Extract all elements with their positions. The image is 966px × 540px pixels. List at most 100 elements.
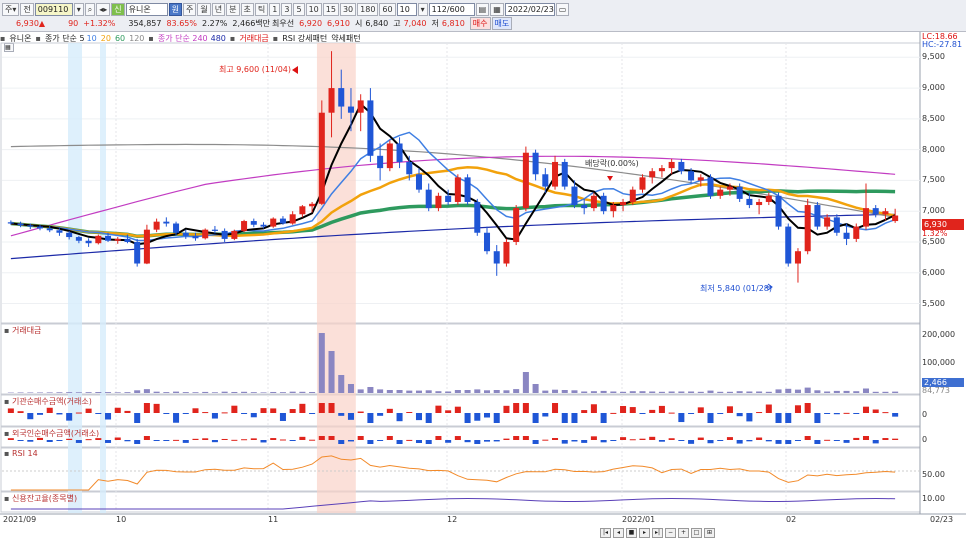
price-tick: 9,000 bbox=[922, 83, 945, 93]
volume-bar bbox=[328, 351, 335, 393]
net-buy-bar bbox=[882, 438, 889, 440]
net-buy-bar bbox=[134, 413, 141, 423]
scroll-stop-icon[interactable]: ■ bbox=[626, 528, 637, 538]
candle-body bbox=[668, 161, 675, 169]
net-buy-bar bbox=[843, 412, 850, 414]
net-buy-bar bbox=[736, 413, 743, 417]
low-annotation: 최저 5,840 (01/28) bbox=[700, 284, 773, 293]
volume-bar bbox=[27, 392, 34, 393]
candle-body bbox=[872, 208, 879, 215]
candle-body bbox=[804, 205, 811, 252]
net-buy-bar bbox=[435, 405, 442, 413]
volume-bar bbox=[756, 391, 763, 393]
volume-bar bbox=[581, 391, 588, 393]
net-buy-bar bbox=[367, 413, 374, 423]
volume-bar bbox=[843, 390, 850, 393]
candle-body bbox=[610, 205, 617, 212]
net-buy-bar bbox=[250, 413, 257, 418]
net-buy-bar bbox=[503, 438, 510, 440]
candle-body bbox=[231, 230, 238, 239]
net-buy-bar bbox=[299, 436, 306, 440]
volume-bar bbox=[124, 392, 131, 393]
zoom-in-icon[interactable]: + bbox=[678, 528, 689, 538]
volume-bar bbox=[600, 390, 607, 393]
net-buy-bar bbox=[396, 440, 403, 444]
volume-bar bbox=[775, 389, 782, 393]
net-buy-bar bbox=[56, 440, 63, 441]
candle-body bbox=[85, 240, 92, 244]
net-buy-bar bbox=[483, 440, 491, 442]
net-buy-bar bbox=[211, 413, 218, 419]
net-buy-bar bbox=[56, 413, 63, 415]
stock-chart[interactable] bbox=[0, 0, 966, 540]
volume-bar bbox=[202, 391, 209, 393]
net-buy-bar bbox=[717, 440, 724, 441]
scroll-next-icon[interactable]: ▸ bbox=[639, 528, 650, 538]
volume-bar bbox=[513, 389, 520, 393]
candle-body bbox=[649, 171, 656, 178]
volume-bar bbox=[445, 391, 452, 393]
pane-border-4 bbox=[0, 447, 921, 492]
net-buy-bar bbox=[532, 440, 539, 444]
split-icon[interactable]: ⊞ bbox=[704, 528, 715, 538]
candle-body bbox=[707, 177, 714, 196]
net-buy-bar bbox=[571, 413, 578, 423]
volume-bar bbox=[377, 389, 384, 393]
net-buy-bar bbox=[639, 438, 646, 440]
volume-bar bbox=[464, 390, 471, 393]
candle-body bbox=[260, 224, 267, 227]
net-buy-bar bbox=[668, 412, 675, 414]
candle-body bbox=[377, 155, 384, 169]
candle-body bbox=[571, 186, 578, 206]
volume-bar bbox=[590, 391, 597, 393]
volume-bar bbox=[853, 391, 860, 393]
fit-icon[interactable]: □ bbox=[691, 528, 702, 538]
net-buy-bar bbox=[415, 440, 423, 444]
net-buy-bar bbox=[610, 412, 617, 414]
volume-bar bbox=[143, 389, 150, 393]
volume-bar bbox=[105, 392, 112, 393]
net-buy-bar bbox=[590, 404, 597, 413]
net-buy-bar bbox=[571, 440, 578, 442]
net-buy-bar bbox=[707, 440, 714, 444]
candle-body bbox=[561, 161, 568, 187]
scroll-last-icon[interactable]: ▸| bbox=[652, 528, 663, 538]
rsi-tick: 50.00 bbox=[922, 470, 945, 479]
zoom-out-icon[interactable]: − bbox=[665, 528, 676, 538]
net-buy-bar bbox=[318, 436, 325, 440]
volume-bar bbox=[707, 390, 714, 393]
candle-body bbox=[153, 221, 160, 230]
scroll-prev-icon[interactable]: ◂ bbox=[613, 528, 624, 538]
volume-bar bbox=[717, 391, 724, 393]
scroll-controls: |◂ ◂ ■ ▸ ▸| − + □ ⊞ bbox=[600, 528, 717, 539]
net-buy-bar bbox=[173, 413, 180, 423]
net-buy-bar bbox=[270, 408, 277, 413]
volume-bar bbox=[299, 391, 306, 393]
candle-body bbox=[143, 229, 150, 264]
volume-bar bbox=[697, 391, 704, 393]
candle-body bbox=[843, 232, 850, 239]
net-buy-bar bbox=[221, 412, 228, 414]
net-buy-bar bbox=[765, 440, 772, 442]
candle-body bbox=[163, 221, 170, 224]
volume-bar bbox=[542, 390, 549, 393]
net-buy-bar bbox=[357, 411, 364, 413]
scroll-first-icon[interactable]: |◂ bbox=[600, 528, 611, 538]
net-buy-bar bbox=[833, 440, 840, 441]
candle-body bbox=[299, 206, 306, 215]
net-buy-bar bbox=[124, 410, 131, 413]
candle-body bbox=[464, 177, 471, 202]
volume-bar bbox=[95, 392, 102, 393]
volume-bar bbox=[610, 391, 617, 393]
net-buy-bar bbox=[279, 413, 286, 421]
net-buy-bar bbox=[202, 438, 209, 440]
volume-bar bbox=[571, 390, 578, 393]
x-label-end: 02/23 bbox=[930, 515, 954, 524]
net-buy-bar bbox=[503, 405, 510, 413]
candle-body bbox=[105, 235, 112, 241]
net-buy-bar bbox=[522, 403, 529, 413]
volume-bar bbox=[56, 392, 63, 393]
net-buy-bar bbox=[124, 440, 131, 442]
candle-body bbox=[892, 215, 899, 222]
net-buy-bar bbox=[163, 440, 170, 441]
